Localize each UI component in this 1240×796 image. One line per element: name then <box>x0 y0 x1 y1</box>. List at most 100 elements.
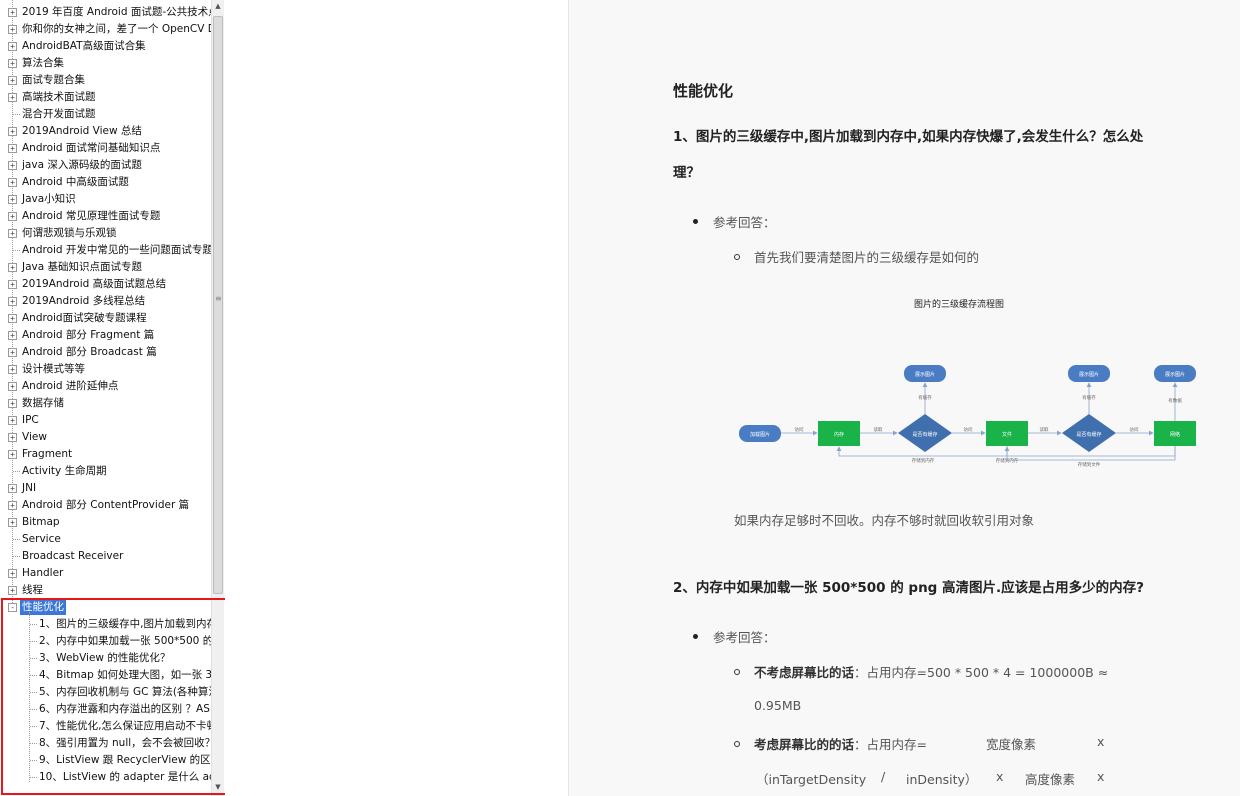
tree-item[interactable]: + 你和你的女神之间，差了一个 OpenCV D <box>0 21 211 38</box>
tree-item[interactable]: + 算法合集 <box>0 55 211 72</box>
tree-item[interactable]: +2019Android 高级面试题总结 <box>0 276 211 293</box>
tree-item-label[interactable]: 何谓悲观锁与乐观锁 <box>22 225 117 242</box>
tree-item-label[interactable]: AndroidBAT高级面试合集 <box>22 38 146 55</box>
tree-item[interactable]: + View <box>0 429 211 446</box>
tree-item[interactable]: + Android 部分 Fragment 篇 <box>0 327 211 344</box>
tree-item-label[interactable]: 面试专题合集 <box>22 72 85 89</box>
tree-item-label[interactable]: 线程 <box>22 582 43 599</box>
tree-item-label[interactable]: IPC <box>22 412 39 429</box>
expand-icon[interactable]: + <box>8 127 17 136</box>
expand-icon[interactable]: + <box>8 450 17 459</box>
scroll-up-arrow-icon[interactable]: ▲ <box>212 0 224 13</box>
tree-item-label[interactable]: JNI <box>22 480 36 497</box>
expand-icon[interactable]: + <box>8 569 17 578</box>
expand-icon[interactable]: + <box>8 297 17 306</box>
tree-item-label[interactable]: Android 面试常问基础知识点 <box>22 140 160 157</box>
expand-icon[interactable]: + <box>8 501 17 510</box>
tree-item[interactable]: Android 开发中常见的一些问题面试专题 <box>0 242 211 259</box>
expand-icon[interactable]: + <box>8 144 17 153</box>
tree-item-label[interactable]: 2019Android 多线程总结 <box>22 293 145 310</box>
tree-item[interactable]: + Handler <box>0 565 211 582</box>
expand-icon[interactable]: + <box>8 178 17 187</box>
expand-icon[interactable]: + <box>8 195 17 204</box>
tree-item[interactable]: Activity 生命周期 <box>0 463 211 480</box>
tree-item-label[interactable]: Handler <box>22 565 63 582</box>
tree-item-label[interactable]: Fragment <box>22 446 72 463</box>
tree-item-label[interactable]: Android面试突破专题课程 <box>22 310 147 327</box>
tree-item[interactable]: + Android 中高级面试题 <box>0 174 211 191</box>
tree-item[interactable]: + Android面试突破专题课程 <box>0 310 211 327</box>
tree-item-label[interactable]: Java小知识 <box>22 191 76 208</box>
tree-item-label[interactable]: Android 部分 Broadcast 篇 <box>22 344 157 361</box>
tree-item-label[interactable]: Android 开发中常见的一些问题面试专题 <box>22 242 211 259</box>
expand-icon[interactable]: + <box>8 8 17 17</box>
tree-item[interactable]: + Android 部分 Broadcast 篇 <box>0 344 211 361</box>
tree-item-label[interactable]: View <box>22 429 47 446</box>
tree-item-label[interactable]: 2019Android 高级面试题总结 <box>22 276 166 293</box>
expand-icon[interactable]: + <box>8 416 17 425</box>
tree-item-label[interactable]: Service <box>22 531 61 548</box>
tree-item-label[interactable]: Android 部分 ContentProvider 篇 <box>22 497 189 514</box>
expand-icon[interactable]: + <box>8 161 17 170</box>
tree-item-label[interactable]: Android 常见原理性面试专题 <box>22 208 160 225</box>
tree-item-label[interactable]: Android 部分 Fragment 篇 <box>22 327 154 344</box>
tree-item-label[interactable]: 混合开发面试题 <box>22 106 96 123</box>
expand-icon[interactable]: + <box>8 382 17 391</box>
tree-item-label[interactable]: Broadcast Receiver <box>22 548 123 565</box>
tree-item-label[interactable]: 你和你的女神之间，差了一个 OpenCV D <box>22 21 211 38</box>
expand-icon[interactable]: + <box>8 280 17 289</box>
tree-item-label[interactable]: 设计模式等等 <box>22 361 85 378</box>
tree-item[interactable]: + IPC <box>0 412 211 429</box>
tree-item-label[interactable]: 数据存储 <box>22 395 64 412</box>
expand-icon[interactable]: + <box>8 331 17 340</box>
tree-item[interactable]: +2019 年百度 Android 面试题-公共技术点 <box>0 4 211 21</box>
expand-icon[interactable]: + <box>8 314 17 323</box>
tree-item[interactable]: +2019Android View 总结 <box>0 123 211 140</box>
expand-icon[interactable]: + <box>8 76 17 85</box>
tree-item[interactable]: + 何谓悲观锁与乐观锁 <box>0 225 211 242</box>
expand-icon[interactable]: + <box>8 229 17 238</box>
tree-item-label[interactable]: Activity 生命周期 <box>22 463 107 480</box>
tree-item-label[interactable]: 高端技术面试题 <box>22 89 96 106</box>
expand-icon[interactable]: + <box>8 484 17 493</box>
tree-item[interactable]: Service <box>0 531 211 548</box>
tree-item[interactable]: + Android 面试常问基础知识点 <box>0 140 211 157</box>
expand-icon[interactable]: + <box>8 399 17 408</box>
tree-item[interactable]: + Java小知识 <box>0 191 211 208</box>
tree-item[interactable]: + 面试专题合集 <box>0 72 211 89</box>
tree-item-label[interactable]: java 深入源码级的面试题 <box>22 157 142 174</box>
expand-icon[interactable]: + <box>8 348 17 357</box>
expand-icon[interactable]: + <box>8 433 17 442</box>
expand-icon[interactable]: + <box>8 212 17 221</box>
tree-item[interactable]: + AndroidBAT高级面试合集 <box>0 38 211 55</box>
tree-item[interactable]: + 数据存储 <box>0 395 211 412</box>
tree-item[interactable]: + 设计模式等等 <box>0 361 211 378</box>
tree-item[interactable]: + JNI <box>0 480 211 497</box>
tree-item[interactable]: + Fragment <box>0 446 211 463</box>
tree-item-label[interactable]: 2019Android View 总结 <box>22 123 142 140</box>
expand-icon[interactable]: + <box>8 518 17 527</box>
tree-item[interactable]: + 线程 <box>0 582 211 599</box>
expand-icon[interactable]: + <box>8 365 17 374</box>
expand-icon[interactable]: + <box>8 93 17 102</box>
tree-item[interactable]: 混合开发面试题 <box>0 106 211 123</box>
expand-icon[interactable]: + <box>8 586 17 595</box>
tree-item-label[interactable]: Bitmap <box>22 514 60 531</box>
tree-item-label[interactable]: Java 基础知识点面试专题 <box>22 259 142 276</box>
tree-item-label[interactable]: 算法合集 <box>22 55 64 72</box>
tree-item[interactable]: + Bitmap <box>0 514 211 531</box>
expand-icon[interactable]: + <box>8 42 17 51</box>
tree-item[interactable]: + java 深入源码级的面试题 <box>0 157 211 174</box>
tree-item[interactable]: + Android 部分 ContentProvider 篇 <box>0 497 211 514</box>
tree-item-label[interactable]: Android 进阶延伸点 <box>22 378 118 395</box>
tree-item[interactable]: + Android 常见原理性面试专题 <box>0 208 211 225</box>
tree-item-label[interactable]: 2019 年百度 Android 面试题-公共技术点 <box>22 4 211 21</box>
expand-icon[interactable]: + <box>8 59 17 68</box>
tree-item[interactable]: + Java 基础知识点面试专题 <box>0 259 211 276</box>
scrollbar-thumb[interactable]: ≡ <box>213 16 223 594</box>
tree-item[interactable]: + 高端技术面试题 <box>0 89 211 106</box>
tree-item[interactable]: +2019Android 多线程总结 <box>0 293 211 310</box>
expand-icon[interactable]: + <box>8 25 17 34</box>
tree-item[interactable]: Broadcast Receiver <box>0 548 211 565</box>
tree-item[interactable]: + Android 进阶延伸点 <box>0 378 211 395</box>
